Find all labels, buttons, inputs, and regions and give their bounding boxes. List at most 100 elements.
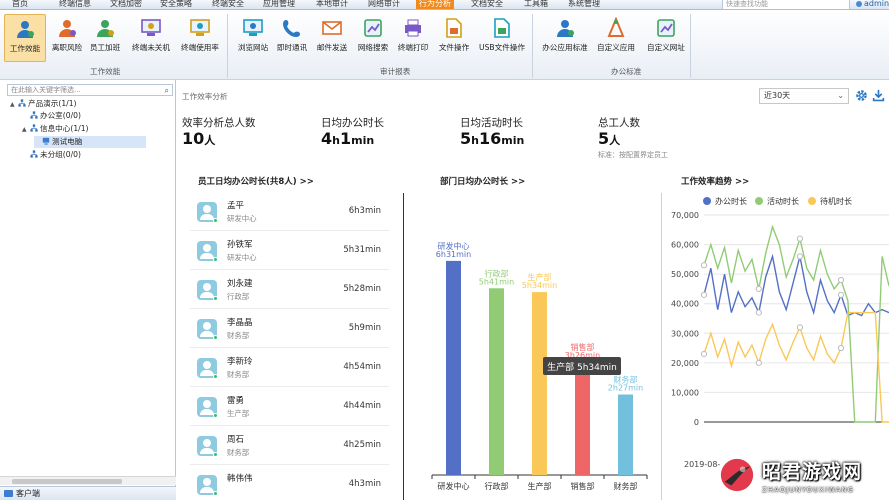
scrollbar-thumb[interactable] [12,479,122,484]
menu-tab[interactable]: 工具箱 [520,0,552,9]
org-unit-icon [18,99,26,107]
trend-section-title[interactable]: 工作效率趋势 >> [681,175,749,187]
ribbon-button[interactable]: USB文件操作 [475,14,529,62]
data-point[interactable] [837,344,845,352]
menu-tab-active[interactable]: 行为分析 [416,0,454,9]
data-point[interactable] [700,350,708,358]
dept-bar[interactable] [489,288,504,475]
tree-node[interactable]: 办公室(0/0) [22,110,81,122]
menu-tab[interactable]: 安全策略 [157,0,195,9]
ribbon-button[interactable]: 终端打印 [394,14,432,62]
dept-section-title[interactable]: 部门日均办公时长 >> [440,175,525,187]
menu-tab[interactable]: 应用管理 [260,0,298,9]
ribbon-group-divider [690,14,691,78]
data-point[interactable] [755,309,762,316]
tree-node[interactable]: 未分组(0/0) [22,149,81,161]
legend-marker[interactable] [703,197,711,205]
ribbon-group-divider [532,14,533,78]
ribbon-button[interactable]: 离职风险 [49,14,85,62]
ribbon-button-label: USB文件操作 [479,43,525,52]
dept-bar[interactable] [532,292,547,475]
function-search-input[interactable]: 快速查找功能 [722,0,850,9]
usb-file-icon [494,18,510,38]
online-status-dot [213,335,218,340]
ribbon-button[interactable]: 自定义网址 [641,14,691,62]
ribbon-button[interactable]: 员工加班 [87,14,123,62]
employee-row[interactable]: 周石 财务部 4h25min [190,428,389,465]
data-point[interactable] [796,253,804,260]
data-point[interactable] [755,285,762,293]
org-unit-icon [30,124,38,132]
data-point[interactable] [796,235,804,242]
tree-node[interactable]: 测试电脑 [34,136,146,148]
data-point[interactable] [755,359,762,366]
tree-horizontal-scrollbar[interactable] [0,476,176,485]
tree-node[interactable]: ▲ 信息中心(1/1) [22,123,89,135]
ribbon-button[interactable]: 工作效能 [4,14,46,62]
data-point[interactable] [700,291,708,298]
ribbon-button[interactable]: 文件操作 [434,14,474,62]
legend-label[interactable]: 活动时长 [767,196,799,206]
tree-node[interactable]: ▲ 产品演示(1/1) [10,98,77,110]
employee-row[interactable]: 雷勇 生产部 4h44min [190,389,389,426]
date-range-select[interactable]: 近30天 ⌄ [759,88,849,104]
data-point[interactable] [837,276,845,284]
legend-marker[interactable] [755,197,763,205]
dept-bar-chart: 研发中心6h31min研发中心行政部5h41min行政部生产部5h34min生产… [431,241,648,491]
employee-section-title[interactable]: 员工日均办公时长(共8人) >> [198,175,314,187]
browse-web-icon [243,19,263,36]
data-point[interactable] [796,324,804,331]
employee-row[interactable]: 李晶晶 财务部 5h9min [190,311,389,348]
menu-tab[interactable]: 文档安全 [468,0,506,9]
ribbon-button[interactable]: 办公应用标准 [536,14,594,62]
menu-tab[interactable]: 终端信息 [56,0,94,9]
ribbon-button[interactable]: 邮件发送 [313,14,351,62]
tree-toggle-icon[interactable]: ▲ [10,99,18,110]
legend-label[interactable]: 办公时长 [715,196,747,206]
employee-row[interactable]: 刘永建 行政部 5h28min [190,272,389,309]
menu-tab[interactable]: 本地审计 [313,0,351,9]
ribbon-button[interactable]: 终端使用率 [178,14,222,62]
bar-value-label: 5h41min [479,277,514,286]
ribbon-button[interactable]: 自定义应用 [593,14,639,62]
ribbon-button-label: 网络搜索 [357,43,389,52]
online-status-dot [213,374,218,379]
download-icon[interactable] [872,89,885,102]
tree-toggle-icon[interactable]: ▲ [22,124,30,135]
user-menu[interactable]: admin ▾ [856,0,889,9]
dept-bar[interactable] [446,260,461,475]
legend-label[interactable]: 待机时长 [820,196,852,206]
custom-url-icon [657,19,675,37]
menu-tab[interactable]: 文档加密 [107,0,145,9]
section-divider [403,193,404,500]
tree-filter-input[interactable]: 在此输入关键字筛选... ⌕ [7,84,173,96]
gear-icon[interactable] [855,89,868,102]
search-icon[interactable]: ⌕ [165,86,169,96]
dept-bar[interactable] [618,394,633,476]
menu-tab[interactable]: 网络审计 [365,0,403,9]
client-tab[interactable]: 客户端 [0,486,176,500]
ribbon-button[interactable]: 即时通讯 [274,14,310,62]
x-tick-label: 财务部 [614,481,638,491]
ribbon-button[interactable]: 终端未关机 [127,14,175,62]
data-point[interactable] [837,291,845,298]
employee-name: 韩伟伟 [227,474,253,484]
dept-bar[interactable] [575,362,590,475]
employee-name: 雷勇 [227,396,245,406]
resign-risk-icon [59,20,76,37]
ribbon-button[interactable]: 网络搜索 [354,14,392,62]
work-efficiency-icon [17,21,34,38]
data-point[interactable] [700,262,708,269]
ribbon-button[interactable]: 浏览网站 [232,14,274,62]
employee-row[interactable]: 李新玲 财务部 4h54min [190,350,389,387]
menu-tab[interactable]: 终端安全 [209,0,247,9]
ribbon-button-label: 浏览网站 [237,43,269,52]
menu-tab[interactable]: 首页 [6,0,34,9]
employee-row[interactable]: 孙铁军 研发中心 5h31min [190,233,389,270]
employee-dept: 行政部 [227,292,250,301]
menu-tab[interactable]: 系统管理 [565,0,603,9]
employee-row[interactable]: 韩伟伟 4h3min [190,467,389,500]
employee-row[interactable]: 孟平 研发中心 6h3min [190,194,389,231]
stat-value-part: 1 [339,129,352,148]
legend-marker[interactable] [808,197,816,205]
